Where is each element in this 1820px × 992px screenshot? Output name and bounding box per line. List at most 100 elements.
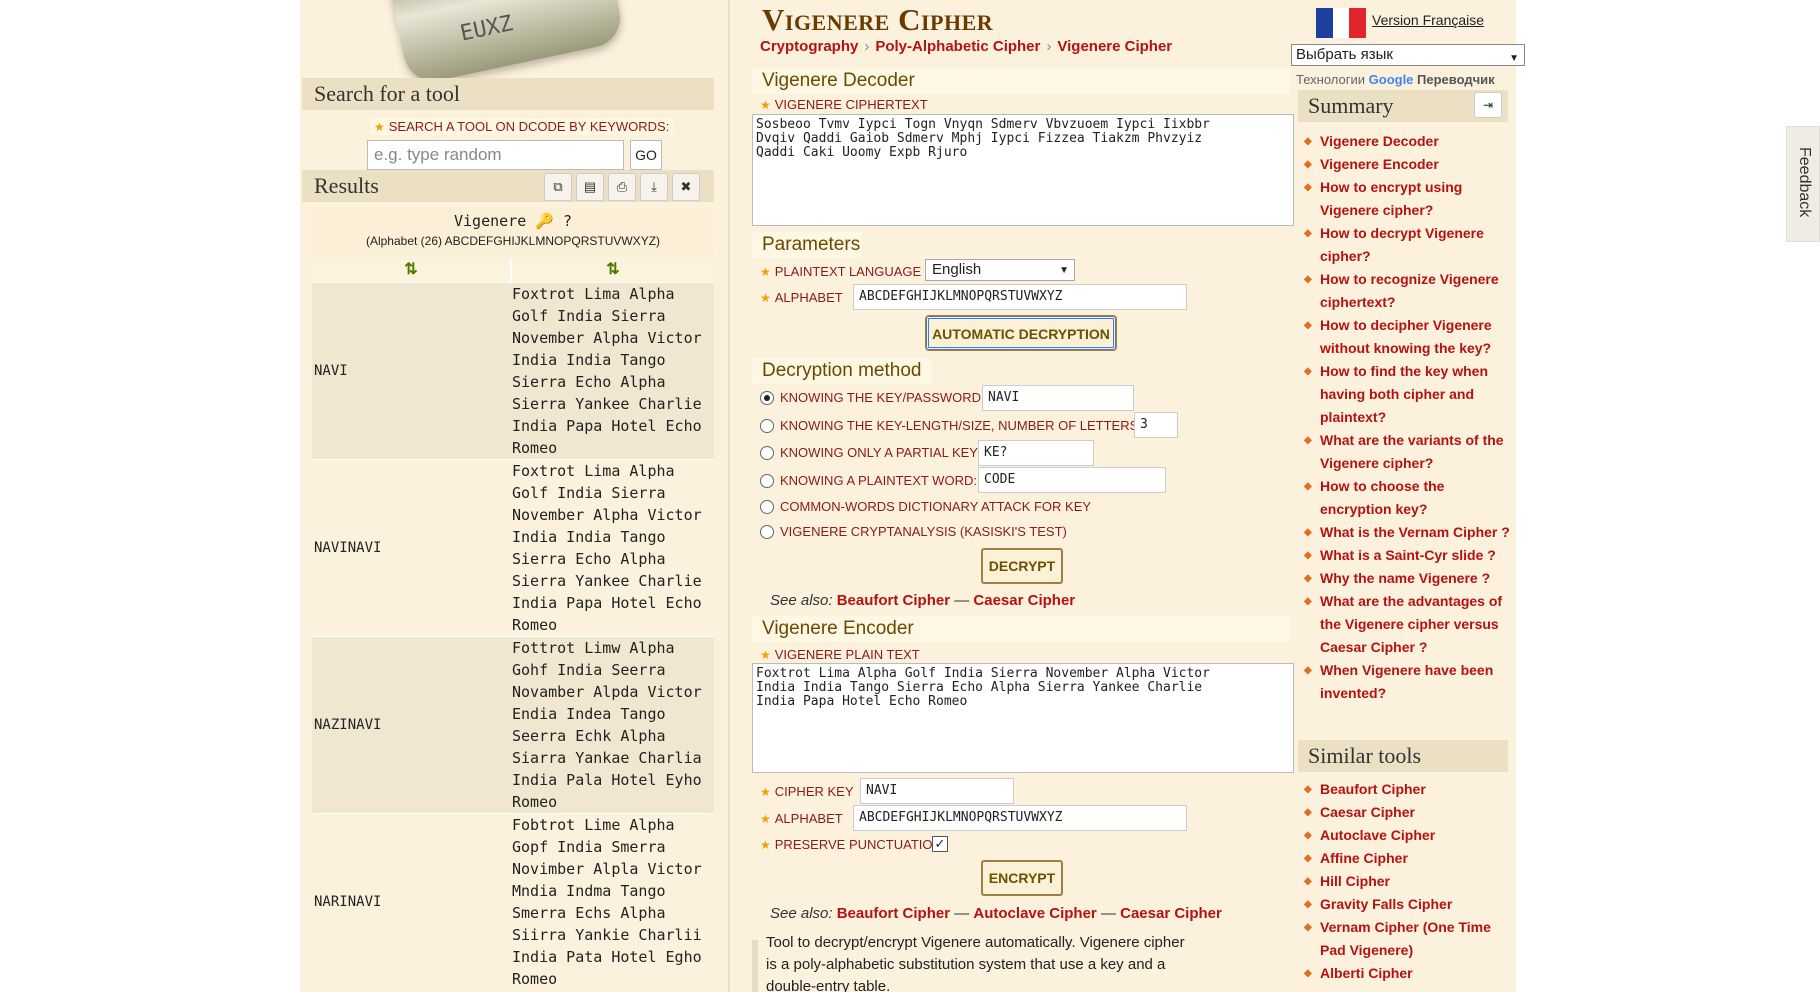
result-key: NAVI — [312, 283, 510, 459]
method-dictionary-radio[interactable]: COMMON-WORDS DICTIONARY ATTACK FOR KEY — [760, 498, 1094, 515]
encrypt-button[interactable]: ENCRYPT — [981, 860, 1063, 896]
partial-key-input[interactable]: KE? — [978, 440, 1094, 466]
feedback-tab[interactable]: Feedback — [1786, 126, 1820, 242]
similar-tool-link[interactable]: Autoclave Cipher — [1302, 824, 1512, 847]
link-caesar-cipher[interactable]: Caesar Cipher — [973, 592, 1075, 609]
summary-link[interactable]: What are the variants of the Vigenere ci… — [1302, 429, 1512, 475]
copy-icon[interactable]: ⧉ — [544, 173, 572, 201]
ciphertext-textarea[interactable]: Sosbeoo Tvmv Iypci Togn Vnyqn Sdmerv Vbv… — [752, 114, 1294, 226]
result-key: NAZINAVI — [312, 637, 510, 813]
star-icon: ★ — [760, 785, 771, 799]
link-caesar-cipher[interactable]: Caesar Cipher — [1120, 905, 1222, 922]
similar-tools-heading: Similar tools — [1298, 740, 1508, 772]
encoder-heading: Vigenere Encoder — [752, 616, 1290, 642]
parameters-heading: Parameters — [752, 232, 862, 258]
result-key: NAVINAVI — [312, 460, 510, 636]
similar-tool-link[interactable]: Affine Cipher — [1302, 847, 1512, 870]
link-beaufort-cipher[interactable]: Beaufort Cipher — [837, 905, 950, 922]
similar-tool-link[interactable]: Alberti Cipher — [1302, 962, 1512, 985]
language-select[interactable]: Выбрать язык ▼ — [1291, 44, 1525, 66]
summary-link[interactable]: How to find the key when having both cip… — [1302, 360, 1512, 429]
plaintext-textarea[interactable]: Foxtrot Lima Alpha Golf India Sierra Nov… — [752, 663, 1294, 773]
decrypt-button[interactable]: DECRYPT — [981, 548, 1063, 584]
result-line: November Alpha Victor — [512, 329, 702, 347]
method-partial-key-radio[interactable]: KNOWING ONLY A PARTIAL KEY: — [760, 444, 983, 461]
download-icon[interactable]: ⤓ — [640, 173, 668, 201]
alphabet2-input[interactable]: ABCDEFGHIJKLMNOPQRSTUVWXYZ — [853, 805, 1187, 831]
result-line: November Alpha Victor — [512, 506, 702, 524]
chevron-down-icon: ▼ — [1509, 53, 1519, 64]
star-icon: ★ — [760, 648, 771, 662]
result-plaintext: Fottrot Limw Alpha Gohf India Seerra Novam… — [510, 637, 714, 813]
result-line: Endia Indea Tango — [512, 705, 666, 723]
star-icon: ★ — [760, 838, 771, 852]
key-length-input[interactable]: 3 — [1134, 412, 1178, 438]
preserve-punctuation-checkbox[interactable]: ✓ — [932, 836, 948, 852]
result-line: Mndia Indma Tango — [512, 882, 666, 900]
method-kasiski-radio[interactable]: VIGENERE CRYPTANALYSIS (KASISKI'S TEST) — [760, 523, 1069, 540]
similar-tool-link[interactable]: Beaufort Cipher — [1302, 778, 1512, 801]
cipher-key-input[interactable]: NAVI — [860, 778, 1014, 804]
link-beaufort-cipher[interactable]: Beaufort Cipher — [837, 592, 950, 609]
radio-selected-icon — [760, 390, 774, 405]
left-sidebar: EUXZ Search for a tool ★ SEARCH A TOOL ON… — [300, 0, 728, 992]
breadcrumb-poly-alphabetic[interactable]: Poly-Alphabetic Cipher — [875, 38, 1040, 55]
page: EUXZ Search for a tool ★ SEARCH A TOOL ON… — [0, 0, 1820, 992]
sort-text-icon[interactable]: ⇅ — [510, 258, 714, 282]
automatic-decryption-button[interactable]: AUTOMATIC DECRYPTION — [925, 315, 1117, 351]
dcode-logo[interactable]: EUXZ — [300, 0, 728, 78]
version-francaise-link[interactable]: Version Française — [1372, 12, 1484, 28]
alphabet-input[interactable]: ABCDEFGHIJKLMNOPQRSTUVWXYZ — [853, 284, 1187, 310]
result-line: Sierra Echo Alpha — [512, 550, 666, 568]
go-button[interactable]: GO — [630, 140, 662, 170]
summary-link[interactable]: Vigenere Decoder — [1302, 130, 1512, 153]
save-icon[interactable]: ▤ — [576, 173, 604, 201]
star-icon: ★ — [760, 812, 771, 826]
sort-key-icon[interactable]: ⇅ — [312, 258, 510, 282]
plaintext-word-input[interactable]: CODE — [978, 467, 1166, 493]
summary-link[interactable]: Why the name Vigenere ? — [1302, 567, 1512, 590]
summary-link[interactable]: What is the Vernam Cipher ? — [1302, 521, 1512, 544]
result-line: Sierra Echo Alpha — [512, 373, 666, 391]
method-key-radio[interactable]: KNOWING THE KEY/PASSWORD: — [760, 389, 987, 406]
search-input[interactable]: e.g. type random — [367, 140, 624, 170]
star-icon: ★ — [760, 291, 771, 305]
summary-link[interactable]: How to encrypt using Vigenere cipher? — [1302, 176, 1512, 222]
plaintext-label: ★ VIGENERE PLAIN TEXT — [760, 647, 920, 662]
see-also-decoder: See also: Beaufort Cipher — Caesar Ciphe… — [770, 592, 1076, 609]
summary-link[interactable]: What are the advantages of the Vigenere … — [1302, 590, 1512, 659]
summary-link[interactable]: Vigenere Encoder — [1302, 153, 1512, 176]
similar-tool-link[interactable]: Caesar Cipher — [1302, 801, 1512, 824]
similar-tool-link[interactable]: Hill Cipher — [1302, 870, 1512, 893]
summary-link[interactable]: How to choose the encryption key? — [1302, 475, 1512, 521]
summary-link[interactable]: How to decrypt Vigenere cipher? — [1302, 222, 1512, 268]
print-icon[interactable]: ⎙ — [608, 173, 636, 201]
similar-tools-list: Beaufort CipherCaesar CipherAutoclave Ci… — [1302, 778, 1512, 985]
summary-link[interactable]: When Vigenere have been invented? — [1302, 659, 1512, 705]
result-line: Foxtrot Lima Alpha — [512, 462, 675, 480]
search-label: ★ SEARCH A TOOL ON DCODE BY KEYWORDS: — [370, 118, 674, 135]
plaintext-language-label: ★ PLAINTEXT LANGUAGE — [760, 264, 922, 279]
similar-tool-link[interactable]: Gravity Falls Cipher — [1302, 893, 1512, 916]
collapse-summary-icon[interactable]: ⇥ — [1474, 92, 1502, 118]
method-keylength-radio[interactable]: KNOWING THE KEY-LENGTH/SIZE, NUMBER OF L… — [760, 417, 1144, 434]
similar-tool-link[interactable]: Vernam Cipher (One Time Pad Vigenere) — [1302, 916, 1512, 962]
summary-link[interactable]: How to decipher Vigenere without knowing… — [1302, 314, 1512, 360]
breadcrumb-cryptography[interactable]: Cryptography — [760, 38, 858, 55]
result-line: India Pala Hotel Eyho — [512, 771, 702, 789]
result-line: Novimber Alpla Victor — [512, 860, 702, 878]
method-plaintext-word-radio[interactable]: KNOWING A PLAINTEXT WORD: — [760, 472, 979, 489]
star-icon: ★ — [760, 98, 771, 112]
link-autoclave-cipher[interactable]: Autoclave Cipher — [973, 905, 1096, 922]
plaintext-language-select[interactable]: English ▼ — [925, 259, 1075, 281]
summary-link[interactable]: What is a Saint-Cyr slide ? — [1302, 544, 1512, 567]
result-line: Siarra Yankae Charlia — [512, 749, 702, 767]
french-flag-icon[interactable] — [1316, 8, 1367, 38]
result-line: Gopf India Smerra — [512, 838, 666, 856]
breadcrumb-vigenere[interactable]: Vigenere Cipher — [1057, 38, 1172, 55]
key-password-input[interactable]: NAVI — [982, 385, 1134, 411]
close-icon[interactable]: ✖ — [672, 173, 700, 201]
result-plaintext: Foxtrot Lima Alpha Golf India Sierra Novem… — [510, 283, 714, 459]
summary-link[interactable]: How to recognize Vigenere ciphertext? — [1302, 268, 1512, 314]
result-line: Sierra Yankee Charlie — [512, 572, 702, 590]
